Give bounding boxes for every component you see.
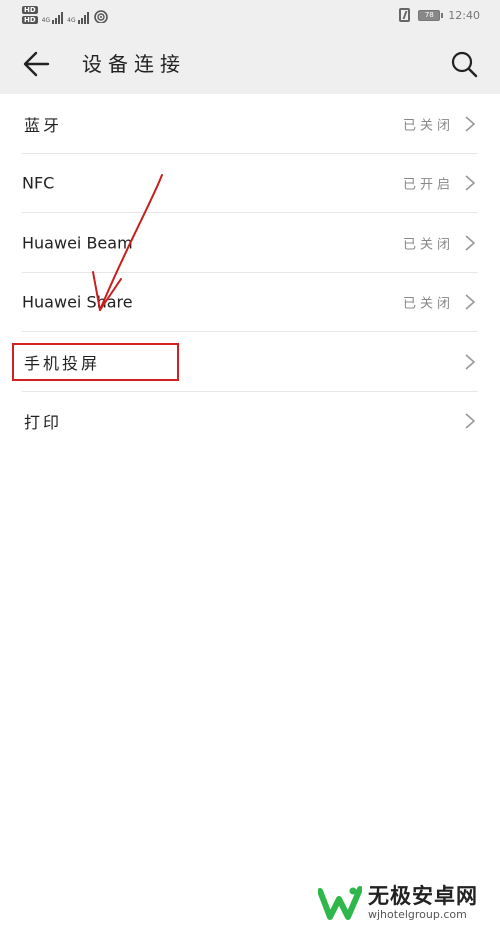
item-label: Huawei Beam [22,233,133,253]
list-item-print[interactable]: 打印 [0,392,500,452]
item-label: Huawei Share [22,292,133,312]
hd-badge: HD [22,6,38,14]
clock: 12:40 [448,8,480,22]
network-type-label: 4G [41,17,51,24]
item-label: 蓝牙 [24,115,63,135]
signal-2-icon: 4G [67,10,89,24]
status-left: HD HD 4G 4G [22,6,109,24]
back-button[interactable] [18,46,56,82]
network-type-label: 4G [67,17,76,24]
item-label: 打印 [24,413,63,433]
chevron-right-icon [465,413,476,429]
search-icon [451,51,478,78]
search-button[interactable] [446,46,482,82]
list-item-huawei-share[interactable]: Huawei Share 已关闭 [0,273,500,333]
app-bar: 设备连接 [0,34,500,94]
chevron-right-icon [465,116,476,132]
page-title: 设备连接 [82,52,186,76]
battery-level: 78 [424,10,434,19]
signal-1-icon: 4G [41,10,64,24]
top-bar: HD HD 4G 4G 78 12:40 设备连接 [0,0,500,94]
list-item-nfc[interactable]: NFC 已开启 [0,154,500,214]
hd-indicators: HD HD [22,6,38,24]
item-status: 已开启 [402,177,454,193]
chevron-right-icon [465,235,476,251]
chevron-right-icon [465,175,476,191]
list-item-bluetooth[interactable]: 蓝牙 已关闭 [0,94,500,154]
arrow-left-icon [23,51,50,77]
nfc-icon [399,8,411,22]
item-label: NFC [22,173,55,193]
watermark: 无极安卓网 wjhotelgroup.com [318,880,488,926]
settings-list: 蓝牙 已关闭 NFC 已开启 Huawei Beam 已关闭 Huawei Sh… [0,94,500,451]
watermark-title: 无极安卓网 [368,884,478,908]
watermark-text: 无极安卓网 wjhotelgroup.com [368,884,478,922]
status-right: 78 12:40 [399,8,480,22]
chevron-right-icon [465,354,476,370]
item-status: 已关闭 [402,237,454,253]
hotspot-icon [93,10,108,23]
item-status: 已关闭 [402,118,454,134]
list-item-huawei-beam[interactable]: Huawei Beam 已关闭 [0,213,500,273]
watermark-url: wjhotelgroup.com [368,908,467,921]
logo-icon [318,886,362,920]
highlight-box [12,343,179,381]
status-bar: HD HD 4G 4G 78 12:40 [0,0,500,34]
item-status: 已关闭 [402,296,454,312]
hd-badge: HD [22,16,38,24]
battery-icon: 78 [418,9,444,21]
chevron-right-icon [465,294,476,310]
